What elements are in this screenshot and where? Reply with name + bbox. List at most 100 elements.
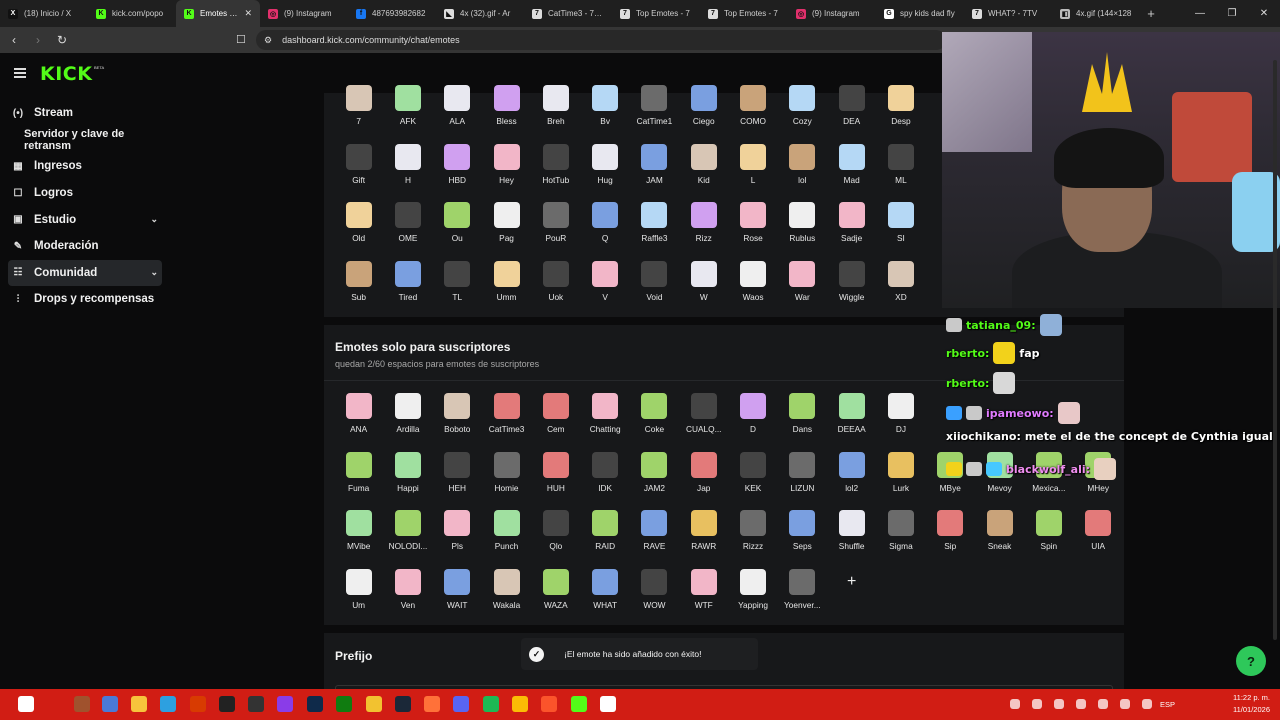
browser-tab[interactable]: K Emotes - K ✕	[176, 0, 260, 27]
emote-tile[interactable]: DEEAA	[827, 393, 876, 447]
chat-username[interactable]: xiiochikano:	[946, 430, 1021, 443]
emote-tile[interactable]: Rublus	[778, 202, 827, 256]
emote-tile[interactable]: Spin	[1024, 510, 1073, 564]
emote-tile[interactable]: COMO	[728, 85, 777, 139]
emote-tile[interactable]: AFK	[383, 85, 432, 139]
browser-tab[interactable]: ◎ (9) Instagram	[788, 0, 876, 27]
emote-tile[interactable]: Seps	[778, 510, 827, 564]
emote-tile[interactable]: Waos	[728, 261, 777, 315]
kick-app-icon[interactable]	[571, 696, 587, 712]
browser-tab[interactable]: 7 CatTime3 - 7TV	[524, 0, 612, 27]
chevron-up-icon[interactable]	[1010, 699, 1020, 709]
emote-tile[interactable]: Cozy	[778, 85, 827, 139]
minimize-icon[interactable]: —	[1184, 8, 1216, 19]
start-logo-icon[interactable]	[18, 696, 34, 712]
close-window-icon[interactable]: ✕	[1248, 8, 1280, 19]
steam-icon[interactable]	[395, 696, 411, 712]
browser-app-icon[interactable]	[160, 696, 176, 712]
emote-tile[interactable]: IDK	[581, 451, 630, 506]
app-icon[interactable]	[248, 696, 264, 712]
site-info-icon[interactable]: ⚙	[264, 35, 272, 46]
emote-tile[interactable]: SI	[876, 202, 925, 256]
emote-tile[interactable]: Sneak	[975, 510, 1024, 564]
emote-tile[interactable]: Q	[581, 202, 630, 256]
emote-tile[interactable]: Void	[630, 261, 679, 315]
close-tab-icon[interactable]: ✕	[244, 8, 252, 19]
emote-tile[interactable]: Jap	[679, 451, 728, 506]
emote-tile[interactable]: KEK	[728, 451, 777, 506]
emote-tile[interactable]: OME	[383, 202, 432, 256]
emote-tile[interactable]: HUH	[531, 451, 580, 506]
bookmark-icon[interactable]: ☐	[236, 33, 246, 46]
keyboard-language[interactable]: ESP	[1160, 700, 1175, 709]
emote-tile[interactable]: WAZA	[531, 569, 580, 623]
emote-tile[interactable]: Rizzz	[728, 510, 777, 564]
steam-tray-icon[interactable]	[1098, 699, 1108, 709]
chat-username[interactable]: tatiana_09:	[966, 319, 1036, 332]
tray-app-icon[interactable]	[1032, 699, 1042, 709]
emote-tile[interactable]: Um	[334, 569, 383, 623]
emote-tile[interactable]: WOW	[630, 569, 679, 623]
emote-tile[interactable]: DJ	[876, 393, 925, 447]
emote-tile[interactable]: Sub	[334, 261, 383, 315]
emote-tile[interactable]: Uok	[531, 261, 580, 315]
emote-tile[interactable]: Ou	[433, 202, 482, 256]
sidebar-item[interactable]: ▦ Ingresos	[0, 153, 170, 180]
emote-tile[interactable]: Hug	[581, 143, 630, 198]
office-app-icon[interactable]	[190, 696, 206, 712]
emote-tile[interactable]: Shuffle	[827, 510, 876, 564]
hamster-app-icon[interactable]	[74, 696, 90, 712]
emote-tile[interactable]: lol	[778, 143, 827, 198]
emote-tile[interactable]: Hey	[482, 143, 531, 198]
emote-tile[interactable]: Yapping	[728, 569, 777, 623]
emote-tile[interactable]: Rose	[728, 202, 777, 256]
emote-tile[interactable]: Ven	[383, 569, 432, 623]
emote-tile[interactable]: Umm	[482, 261, 531, 315]
emote-tile[interactable]: JAM2	[630, 451, 679, 506]
emote-tile[interactable]: ML	[876, 143, 925, 198]
emote-tile[interactable]: L	[728, 143, 777, 198]
kick-logo[interactable]: KICK	[40, 63, 92, 85]
emote-tile[interactable]: UIA	[1074, 510, 1123, 564]
browser-tab[interactable]: X (18) Inicio / X	[0, 0, 88, 27]
chevron-down-icon[interactable]: ⌄	[150, 267, 158, 278]
browser-tab[interactable]: f 487693982682	[348, 0, 436, 27]
emote-tile[interactable]: H	[383, 143, 432, 198]
flash-app-icon[interactable]	[131, 696, 147, 712]
circle-app-icon[interactable]	[277, 696, 293, 712]
emote-tile[interactable]: Cem	[531, 393, 580, 447]
discord-icon[interactable]	[453, 696, 469, 712]
g-app-icon[interactable]	[219, 696, 235, 712]
emote-tile[interactable]: Kid	[679, 143, 728, 198]
sidebar-item[interactable]: ✎ Moderación	[0, 233, 170, 260]
emote-tile[interactable]: HEH	[433, 451, 482, 506]
emote-tile[interactable]: Lurk	[876, 451, 925, 506]
emote-tile[interactable]: DEA	[827, 85, 876, 139]
emote-tile[interactable]: ANA	[334, 393, 383, 447]
page-scrollbar[interactable]	[1273, 60, 1277, 640]
emote-tile[interactable]: Chatting	[581, 393, 630, 447]
photoshop-icon[interactable]	[307, 696, 323, 712]
emote-tile[interactable]: Coke	[630, 393, 679, 447]
emote-tile[interactable]: 7	[334, 85, 383, 139]
emote-tile[interactable]: lol2	[827, 451, 876, 506]
emote-tile[interactable]: Raffle3	[630, 202, 679, 256]
brave-icon[interactable]	[541, 696, 557, 712]
emote-tile[interactable]: Yoenver...	[778, 569, 827, 623]
emote-tile[interactable]: RAVE	[630, 510, 679, 564]
emote-tile[interactable]: Wiggle	[827, 261, 876, 315]
emote-tile[interactable]: Old	[334, 202, 383, 256]
emote-tile[interactable]: Bv	[581, 85, 630, 139]
emote-tile[interactable]: Homie	[482, 451, 531, 506]
emote-tile[interactable]: TL	[433, 261, 482, 315]
restore-icon[interactable]: ❐	[1216, 8, 1248, 19]
chat-username[interactable]: blackwolf_ali:	[1006, 463, 1090, 476]
browser-tab[interactable]: ◎ (9) Instagram	[260, 0, 348, 27]
sidebar-item[interactable]: Servidor y clave de retransm	[0, 127, 170, 154]
emote-tile[interactable]: Ardilla	[383, 393, 432, 447]
emote-tile[interactable]: MVibe	[334, 510, 383, 564]
sidebar-item[interactable]: ☐ Logros	[0, 180, 170, 207]
spotify-icon[interactable]	[483, 696, 499, 712]
emote-tile[interactable]: Sadje	[827, 202, 876, 256]
emote-tile[interactable]: CUALQ...	[679, 393, 728, 447]
